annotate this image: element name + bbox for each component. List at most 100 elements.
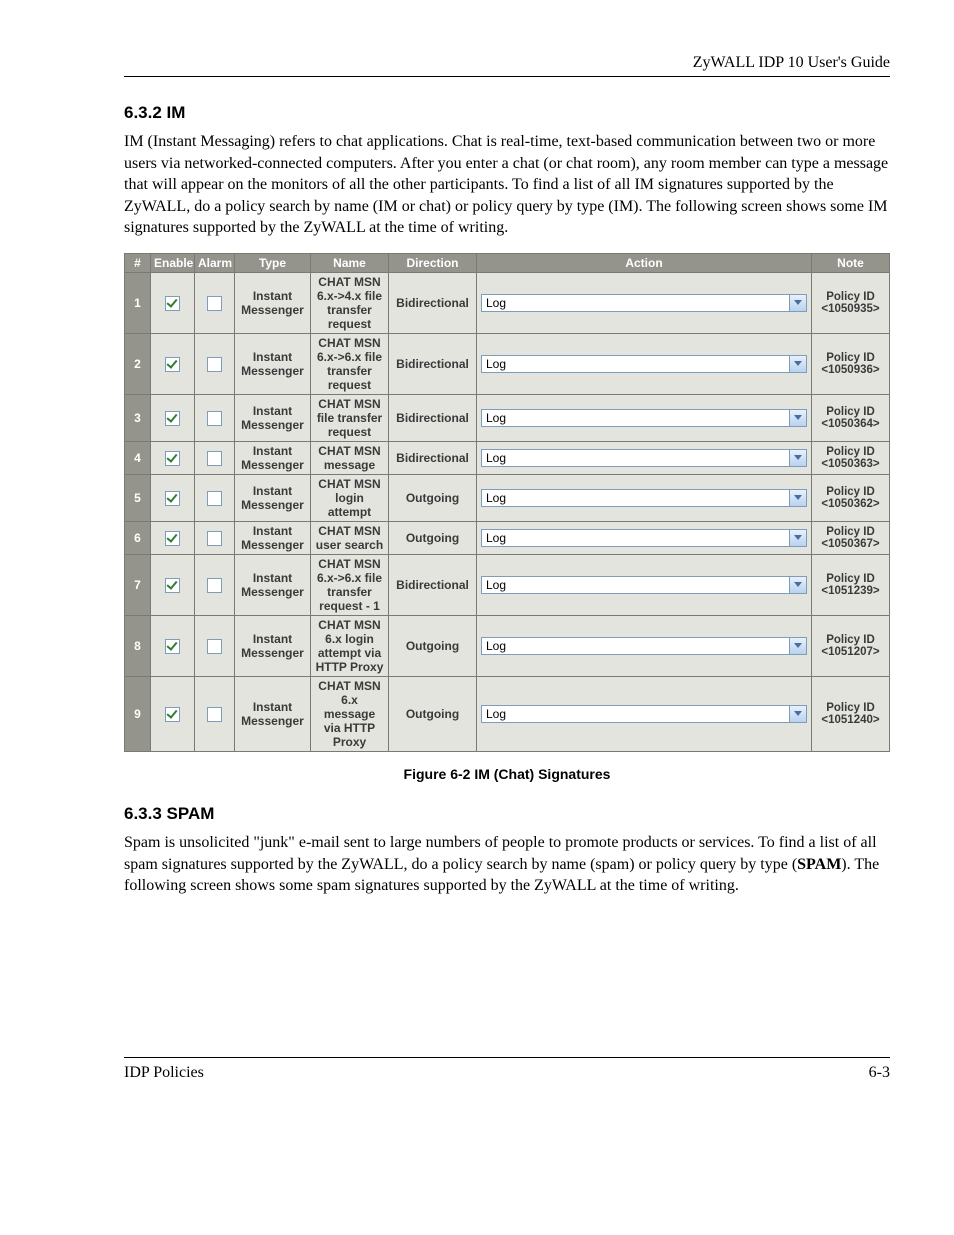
type-cell: Instant Messenger: [235, 521, 311, 554]
enable-checkbox[interactable]: [165, 357, 180, 372]
table-row: 8Instant MessengerCHAT MSN 6.x login att…: [125, 615, 890, 676]
type-cell: Instant Messenger: [235, 554, 311, 615]
action-cell: Log: [477, 394, 812, 441]
direction-cell: Bidirectional: [389, 272, 477, 333]
enable-checkbox[interactable]: [165, 639, 180, 654]
chevron-down-icon[interactable]: [789, 450, 806, 466]
name-cell: CHAT MSN file transfer request: [311, 394, 389, 441]
action-dropdown[interactable]: Log: [481, 355, 807, 373]
type-cell: Instant Messenger: [235, 394, 311, 441]
page-running-header: ZyWALL IDP 10 User's Guide: [124, 54, 890, 77]
alarm-checkbox[interactable]: [207, 411, 222, 426]
row-index: 1: [125, 272, 151, 333]
alarm-cell: [195, 441, 235, 474]
footer-right: 6-3: [869, 1064, 890, 1082]
action-dropdown[interactable]: Log: [481, 576, 807, 594]
action-dropdown-value: Log: [482, 530, 789, 546]
action-cell: Log: [477, 272, 812, 333]
alarm-checkbox[interactable]: [207, 639, 222, 654]
alarm-cell: [195, 615, 235, 676]
table-row: 5Instant MessengerCHAT MSN login attempt…: [125, 474, 890, 521]
name-cell: CHAT MSN 6.x->6.x file transfer request: [311, 333, 389, 394]
alarm-checkbox[interactable]: [207, 296, 222, 311]
action-dropdown[interactable]: Log: [481, 409, 807, 427]
enable-checkbox[interactable]: [165, 491, 180, 506]
table-row: 4Instant MessengerCHAT MSN messageBidire…: [125, 441, 890, 474]
alarm-checkbox[interactable]: [207, 491, 222, 506]
enable-checkbox[interactable]: [165, 451, 180, 466]
enable-cell: [151, 272, 195, 333]
action-dropdown[interactable]: Log: [481, 294, 807, 312]
chevron-down-icon[interactable]: [789, 356, 806, 372]
alarm-cell: [195, 676, 235, 751]
action-dropdown[interactable]: Log: [481, 529, 807, 547]
direction-cell: Outgoing: [389, 676, 477, 751]
enable-checkbox[interactable]: [165, 578, 180, 593]
action-dropdown-value: Log: [482, 295, 789, 311]
type-cell: Instant Messenger: [235, 474, 311, 521]
table-row: 6Instant MessengerCHAT MSN user searchOu…: [125, 521, 890, 554]
action-cell: Log: [477, 554, 812, 615]
table-row: 3Instant MessengerCHAT MSN file transfer…: [125, 394, 890, 441]
col-header-name: Name: [311, 253, 389, 272]
im-description-paragraph: IM (Instant Messaging) refers to chat ap…: [124, 131, 890, 239]
action-dropdown[interactable]: Log: [481, 637, 807, 655]
type-cell: Instant Messenger: [235, 615, 311, 676]
col-header-note: Note: [812, 253, 890, 272]
chevron-down-icon[interactable]: [789, 530, 806, 546]
alarm-checkbox[interactable]: [207, 451, 222, 466]
enable-cell: [151, 474, 195, 521]
type-cell: Instant Messenger: [235, 441, 311, 474]
section-heading-im: 6.3.2 IM: [124, 103, 890, 123]
name-cell: CHAT MSN 6.x login attempt via HTTP Prox…: [311, 615, 389, 676]
alarm-checkbox[interactable]: [207, 531, 222, 546]
enable-checkbox[interactable]: [165, 411, 180, 426]
note-cell: Policy ID<1050362>: [812, 474, 890, 521]
enable-checkbox[interactable]: [165, 531, 180, 546]
name-cell: CHAT MSN 6.x message via HTTP Proxy: [311, 676, 389, 751]
type-cell: Instant Messenger: [235, 333, 311, 394]
name-cell: CHAT MSN message: [311, 441, 389, 474]
action-cell: Log: [477, 521, 812, 554]
chevron-down-icon[interactable]: [789, 295, 806, 311]
note-cell: Policy ID<1050363>: [812, 441, 890, 474]
action-dropdown[interactable]: Log: [481, 705, 807, 723]
alarm-checkbox[interactable]: [207, 578, 222, 593]
enable-checkbox[interactable]: [165, 296, 180, 311]
spam-description-paragraph: Spam is unsolicited "junk" e-mail sent t…: [124, 832, 890, 897]
action-cell: Log: [477, 615, 812, 676]
enable-cell: [151, 615, 195, 676]
alarm-checkbox[interactable]: [207, 707, 222, 722]
alarm-cell: [195, 272, 235, 333]
col-header-index: #: [125, 253, 151, 272]
enable-checkbox[interactable]: [165, 707, 180, 722]
chevron-down-icon[interactable]: [789, 490, 806, 506]
row-index: 7: [125, 554, 151, 615]
note-cell: Policy ID<1050935>: [812, 272, 890, 333]
alarm-cell: [195, 521, 235, 554]
action-cell: Log: [477, 474, 812, 521]
row-index: 9: [125, 676, 151, 751]
action-cell: Log: [477, 441, 812, 474]
action-dropdown-value: Log: [482, 577, 789, 593]
type-cell: Instant Messenger: [235, 676, 311, 751]
chevron-down-icon[interactable]: [789, 706, 806, 722]
direction-cell: Outgoing: [389, 474, 477, 521]
action-dropdown-value: Log: [482, 706, 789, 722]
note-cell: Policy ID<1050364>: [812, 394, 890, 441]
name-cell: CHAT MSN login attempt: [311, 474, 389, 521]
direction-cell: Bidirectional: [389, 394, 477, 441]
chevron-down-icon[interactable]: [789, 410, 806, 426]
action-cell: Log: [477, 676, 812, 751]
chevron-down-icon[interactable]: [789, 638, 806, 654]
chevron-down-icon[interactable]: [789, 577, 806, 593]
enable-cell: [151, 676, 195, 751]
table-header-row: # Enable Alarm Type Name Direction Actio…: [125, 253, 890, 272]
direction-cell: Outgoing: [389, 521, 477, 554]
alarm-cell: [195, 474, 235, 521]
action-dropdown[interactable]: Log: [481, 489, 807, 507]
alarm-checkbox[interactable]: [207, 357, 222, 372]
alarm-cell: [195, 333, 235, 394]
action-dropdown-value: Log: [482, 490, 789, 506]
action-dropdown[interactable]: Log: [481, 449, 807, 467]
